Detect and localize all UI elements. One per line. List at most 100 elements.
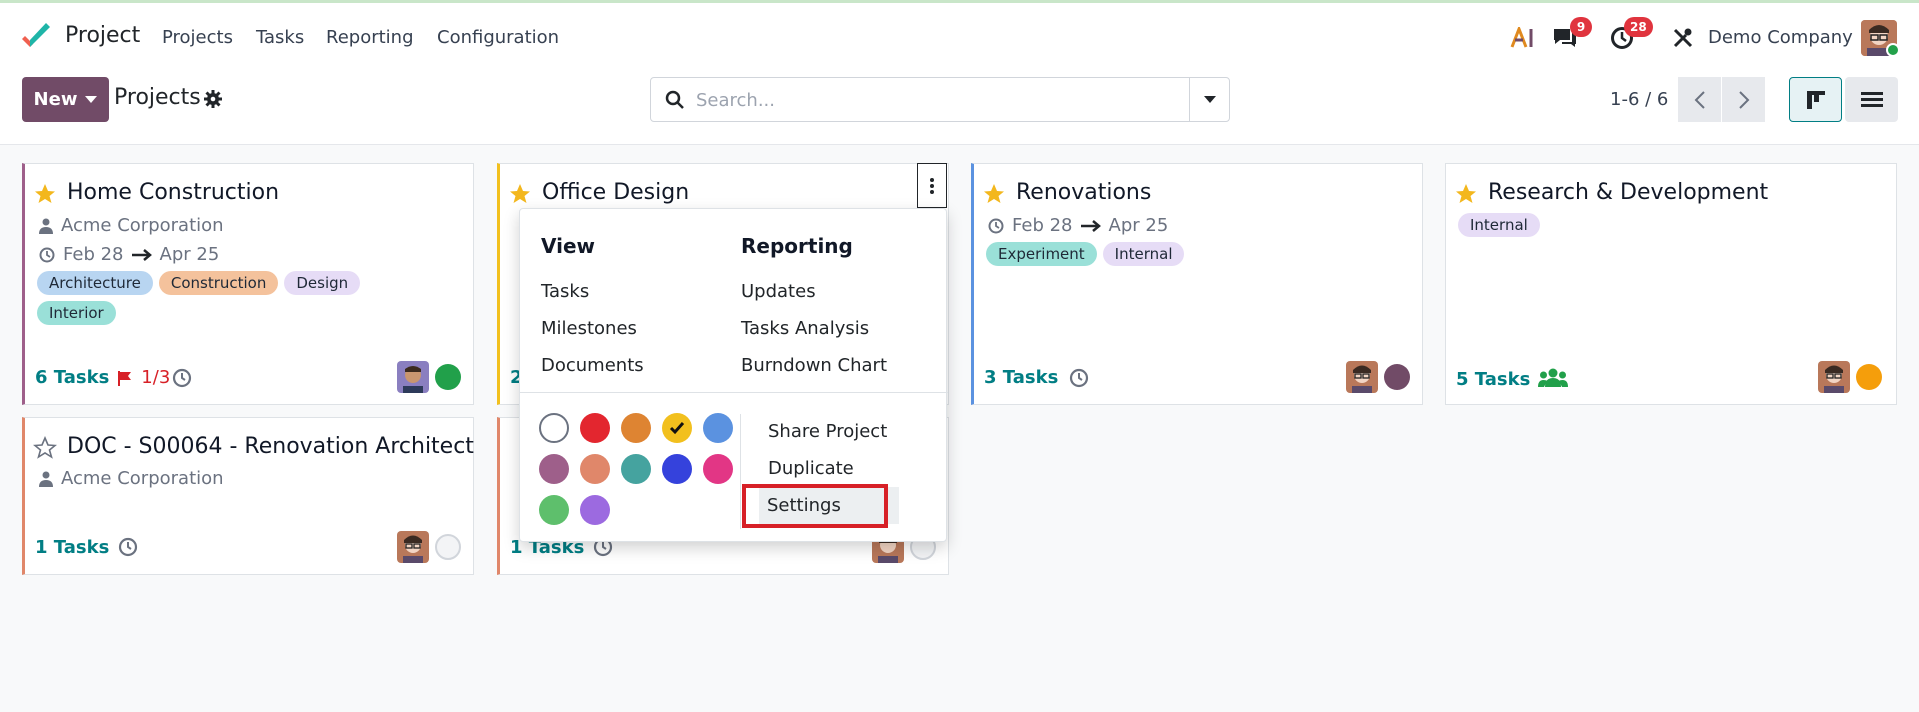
activity-clock-icon[interactable] [172,368,192,388]
project-tasks-link[interactable]: 3 Tasks [984,367,1058,388]
date-start: Feb 28 [1012,215,1073,236]
favorite-star-icon[interactable] [508,182,532,206]
menu-item-tasks-analysis[interactable]: Tasks Analysis [741,318,869,339]
project-dates: Feb 28 Apr 25 [988,215,1168,236]
project-tags: Experiment Internal [986,242,1185,266]
color-swatch-7[interactable] [621,454,651,484]
chevron-left-icon [1694,90,1705,109]
project-title[interactable]: Renovations [1016,180,1151,205]
menu-projects[interactable]: Projects [162,27,233,48]
divider [740,414,741,529]
project-manager-avatar[interactable] [1346,361,1378,393]
color-swatch-3-selected[interactable] [662,413,692,443]
new-button[interactable]: New [22,77,109,122]
project-manager-avatar[interactable] [397,361,429,393]
project-card[interactable]: DOC - S00064 - Renovation Architect Acme… [22,417,474,575]
status-indicator[interactable] [435,364,461,390]
debug-tools-icon[interactable] [1668,23,1698,53]
status-indicator[interactable] [1856,364,1882,390]
date-end: Apr 25 [159,244,220,265]
project-tasks-link[interactable]: 6 Tasks 1/3 [35,367,170,388]
customer-name: Acme Corporation [61,215,224,236]
favorite-star-icon[interactable] [1454,182,1478,206]
search-input[interactable]: Search... [696,90,775,111]
date-start: Feb 28 [63,244,124,265]
color-swatch-10[interactable] [539,495,569,525]
search-bar[interactable]: Search... [650,77,1230,122]
breadcrumb: Projects [114,85,201,110]
menu-configuration[interactable]: Configuration [437,27,559,48]
user-icon [39,471,53,487]
menu-item-updates[interactable]: Updates [741,281,816,302]
tag: Interior [37,301,116,325]
tasks-count: 5 Tasks [1456,368,1531,390]
list-view-button[interactable] [1845,77,1898,122]
kanban-icon [1806,90,1825,109]
project-title[interactable]: DOC - S00064 - Renovation Architect [67,434,474,459]
ai-icon[interactable] [1508,23,1538,53]
color-swatch-2[interactable] [621,413,651,443]
tag: Construction [158,271,279,295]
project-title[interactable]: Research & Development [1488,180,1768,205]
top-navbar: Project Projects Tasks Reporting Configu… [0,0,1919,70]
color-swatch-11[interactable] [580,495,610,525]
tasks-count: 3 Tasks [984,367,1059,388]
pager-previous-button[interactable] [1678,77,1721,122]
flag-icon [118,370,132,386]
color-swatch-5[interactable] [539,454,569,484]
app-name[interactable]: Project [65,23,140,48]
color-swatch-9[interactable] [703,454,733,484]
activity-clock-icon[interactable] [118,537,138,557]
menu-item-share-project[interactable]: Share Project [768,421,887,442]
kebab-menu-icon [930,177,934,194]
pager-next-button[interactable] [1722,77,1765,122]
menu-item-documents[interactable]: Documents [541,355,644,376]
caret-down-icon [1203,95,1216,103]
favorite-star-icon[interactable] [33,436,57,460]
project-card[interactable]: Home Construction Acme Corporation Feb 2… [22,163,474,405]
project-card[interactable]: Renovations Feb 28 Apr 25 Experiment Int… [971,163,1423,405]
menu-reporting[interactable]: Reporting [326,27,414,48]
project-app-logo[interactable] [20,23,52,51]
project-tags: Architecture Construction Design Interio… [37,271,437,325]
search-options-toggle[interactable] [1189,78,1229,121]
status-indicator[interactable] [435,534,461,560]
color-swatch-1[interactable] [580,413,610,443]
clock-icon [988,218,1004,233]
project-manager-avatar[interactable] [1818,361,1850,393]
kanban-view-button[interactable] [1789,77,1842,122]
tag: Architecture [37,271,153,295]
project-tasks-link[interactable]: 1 Tasks [35,537,109,558]
project-tasks-link[interactable]: 5 Tasks [1456,367,1569,391]
menu-tasks[interactable]: Tasks [256,27,304,48]
company-switcher[interactable]: Demo Company [1708,27,1853,48]
project-tags: Internal [1458,213,1540,237]
menu-item-duplicate[interactable]: Duplicate [768,458,854,479]
card-options-button[interactable] [917,163,947,208]
view-heading: View [541,234,596,258]
project-customer: Acme Corporation [39,468,224,489]
pager-value[interactable]: 1-6 / 6 [1610,89,1668,110]
project-title[interactable]: Office Design [542,180,689,205]
users-icon [1538,368,1569,387]
tag: Internal [1458,213,1540,237]
favorite-star-icon[interactable] [982,182,1006,206]
project-card[interactable]: Research & Development Internal 5 Tasks [1445,163,1897,405]
favorite-star-icon[interactable] [33,182,57,206]
color-swatch-0[interactable] [539,413,569,443]
color-swatch-8[interactable] [662,454,692,484]
tasks-count: 1 Tasks [35,537,110,558]
menu-item-milestones[interactable]: Milestones [541,318,637,339]
color-swatch-6[interactable] [580,454,610,484]
status-indicator[interactable] [1384,364,1410,390]
clock-icon [39,247,55,262]
color-swatch-4[interactable] [703,413,733,443]
date-end: Apr 25 [1108,215,1169,236]
activity-clock-icon[interactable] [1069,368,1089,388]
menu-item-burndown-chart[interactable]: Burndown Chart [741,355,887,376]
project-manager-avatar[interactable] [397,531,429,563]
gear-icon[interactable] [204,90,222,108]
menu-item-tasks[interactable]: Tasks [541,281,589,302]
caret-down-icon [85,95,98,103]
project-title[interactable]: Home Construction [67,180,279,205]
